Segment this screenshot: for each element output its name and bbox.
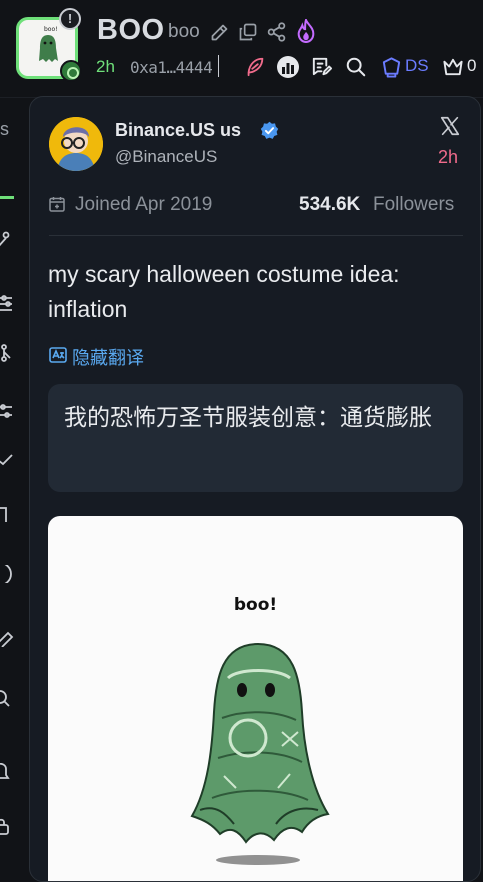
app-page: boo! ! BOO boo 2h 0xa1…4444 DS 0 s Binan… — [0, 0, 483, 882]
tag-icon[interactable] — [0, 629, 14, 647]
crown-icon[interactable] — [441, 55, 465, 78]
user-handle[interactable]: @BinanceUS — [115, 147, 217, 167]
ds-label[interactable]: DS — [405, 56, 429, 76]
tweet-media-image[interactable]: boo! — [48, 516, 463, 881]
route-icon[interactable] — [0, 231, 14, 249]
translation-text: 我的恐怖万圣节服装创意：通货膨胀 — [64, 404, 432, 430]
translation-box: 我的恐怖万圣节服装创意：通货膨胀 — [48, 384, 463, 492]
verified-badge-icon — [260, 121, 279, 139]
hide-translation-button[interactable]: 隐藏翻译 — [72, 344, 144, 370]
sidebar-search-icon[interactable] — [0, 690, 14, 708]
followers-label: Followers — [373, 194, 455, 215]
flame-icon — [297, 19, 315, 43]
crown-count: 0 — [467, 56, 477, 75]
notes-icon[interactable] — [310, 55, 333, 78]
avatar-art-icon — [49, 117, 103, 171]
shield-icon[interactable] — [380, 55, 403, 79]
token-symbol: BOO — [97, 14, 165, 46]
lock-icon[interactable] — [0, 817, 14, 835]
display-name[interactable]: Binance.US us — [115, 120, 241, 141]
sidebar-tab-label[interactable]: s — [0, 119, 9, 140]
check-icon[interactable] — [0, 451, 14, 469]
warning-badge-icon[interactable]: ! — [59, 8, 81, 30]
launchpad-badge-icon — [60, 60, 82, 82]
avatar[interactable] — [49, 117, 103, 171]
copy-icon[interactable] — [238, 22, 258, 42]
sidebar-active-indicator — [0, 196, 14, 199]
calendar-icon — [49, 197, 65, 212]
followers-count: 534.6K — [299, 194, 361, 215]
media-caption: boo! — [233, 595, 278, 615]
bracket-icon[interactable] — [0, 506, 14, 524]
tweet-popover: Binance.US us @BinanceUS 2h Joined Apr 2… — [29, 96, 481, 882]
left-sidebar: s — [0, 99, 22, 882]
sliders-icon[interactable] — [0, 403, 14, 421]
dollar-ghost-illustration — [190, 642, 330, 865]
x-logo-icon[interactable] — [439, 115, 461, 137]
tweet-text: my scary halloween costume idea: inflati… — [48, 261, 400, 322]
token-age: 2h — [96, 57, 115, 76]
search-icon[interactable] — [345, 56, 367, 78]
circle-icon[interactable] — [0, 565, 14, 583]
bell-icon[interactable] — [0, 763, 14, 781]
token-thumbnail-text: boo! — [44, 26, 58, 33]
divider — [49, 235, 463, 236]
token-header: boo! ! BOO boo 2h 0xa1…4444 DS 0 — [0, 0, 483, 98]
tweet-age: 2h — [438, 147, 459, 167]
joined-date: Joined Apr 2019 — [75, 194, 213, 215]
nodes-icon[interactable] — [0, 344, 14, 362]
share-icon[interactable] — [266, 21, 287, 43]
edit-icon[interactable] — [209, 22, 230, 43]
token-name: boo — [168, 21, 200, 42]
translate-icon[interactable] — [49, 347, 67, 363]
text-cursor — [218, 55, 219, 77]
feather-icon[interactable] — [244, 55, 266, 79]
chart-icon[interactable] — [276, 55, 300, 79]
contract-address[interactable]: 0xa1…4444 — [130, 58, 213, 77]
filter-icon[interactable] — [0, 295, 14, 313]
ghost-thumbnail-icon — [39, 35, 58, 62]
